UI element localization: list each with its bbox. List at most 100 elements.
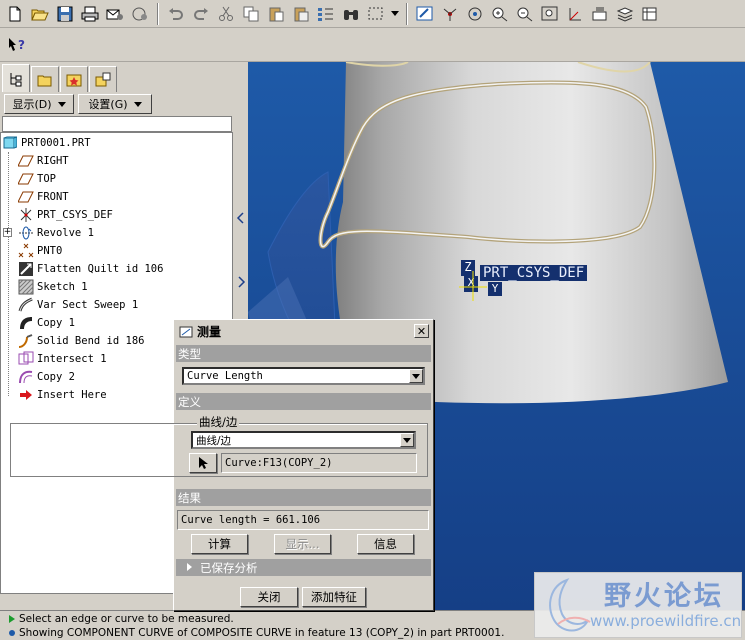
tree-item-label: PNT0 xyxy=(37,245,63,257)
settings-menu-label: 设置(G) xyxy=(88,98,128,111)
close-icon[interactable]: ✕ xyxy=(414,324,429,338)
copy-icon[interactable] xyxy=(240,3,262,25)
tree-item-label: Insert Here xyxy=(37,389,107,401)
insert-here-arrow-icon xyxy=(18,387,34,403)
tree-item-intersect[interactable]: Intersect 1 xyxy=(18,350,107,368)
datum-plane-icon xyxy=(18,189,34,205)
refit-icon[interactable] xyxy=(539,3,561,25)
tab-connections[interactable] xyxy=(89,66,117,92)
open-folder-icon[interactable] xyxy=(29,3,51,25)
saved-analysis-header[interactable]: 已保存分析 xyxy=(176,559,431,576)
status-line-2: Showing COMPONENT CURVE of COMPOSITE CUR… xyxy=(8,626,504,640)
tree-item-right[interactable]: RIGHT xyxy=(18,152,69,170)
connections-tab-icon xyxy=(95,72,111,86)
tab-folder-browser[interactable] xyxy=(31,66,59,92)
tree-item-part[interactable]: PRT0001.PRT xyxy=(2,134,91,152)
datum-plane-icon xyxy=(18,153,34,169)
new-file-icon[interactable] xyxy=(4,3,26,25)
show-menu-label: 显示(D) xyxy=(12,98,52,111)
expand-right-icon[interactable] xyxy=(236,276,246,288)
tree-item-sweep[interactable]: Var Sect Sweep 1 xyxy=(18,296,138,314)
orient-mode-icon[interactable] xyxy=(464,3,486,25)
curve-selection-value: Curve:F13(COPY_2) xyxy=(225,457,333,469)
curve-selection-field[interactable]: Curve:F13(COPY_2) xyxy=(221,453,417,473)
tree-connector-line xyxy=(8,152,9,396)
tree-item-solid-bend[interactable]: Solid Bend id 186 xyxy=(18,332,144,350)
repaint-icon[interactable] xyxy=(414,3,436,25)
save-icon[interactable] xyxy=(54,3,76,25)
info-button[interactable]: 信息 xyxy=(357,534,414,554)
tab-model-tree[interactable] xyxy=(2,64,30,92)
info-dot-icon xyxy=(9,630,15,636)
tree-item-label: Sketch 1 xyxy=(37,281,88,293)
watermark-title: 野火论坛 xyxy=(604,581,724,612)
type-section-header: 类型 xyxy=(176,345,431,362)
reorient-icon[interactable] xyxy=(564,3,586,25)
paste-icon[interactable] xyxy=(265,3,287,25)
tree-item-copy1[interactable]: Copy 1 xyxy=(18,314,75,332)
tree-item-label: Intersect 1 xyxy=(37,353,107,365)
sweep-icon xyxy=(18,297,34,313)
regenerate-icon[interactable] xyxy=(315,3,337,25)
copy-icon xyxy=(18,315,34,331)
dialog-titlebar[interactable]: 测量 ✕ xyxy=(176,322,431,341)
measure-type-select[interactable]: Curve Length xyxy=(182,367,425,385)
tree-filter-bar[interactable] xyxy=(2,116,232,132)
tree-item-front[interactable]: FRONT xyxy=(18,188,69,206)
tree-item-flatten-quilt[interactable]: Flatten Quilt id 106 xyxy=(18,260,163,278)
send-mail-icon[interactable] xyxy=(104,3,126,25)
tree-item-top[interactable]: TOP xyxy=(18,170,56,188)
tree-item-copy2[interactable]: Copy 2 xyxy=(18,368,75,386)
undo-icon[interactable] xyxy=(165,3,187,25)
tree-item-label: FRONT xyxy=(37,191,69,203)
view-manager-icon[interactable] xyxy=(639,3,661,25)
curve-edge-group-label: 曲线/边 xyxy=(197,414,240,430)
find-binoculars-icon[interactable] xyxy=(340,3,362,25)
folder-tab-icon xyxy=(37,75,52,86)
dialog-title: 测量 xyxy=(197,325,222,339)
print-icon[interactable] xyxy=(79,3,101,25)
chevron-down-icon[interactable] xyxy=(409,369,423,383)
cut-icon[interactable] xyxy=(215,3,237,25)
curve-edge-select[interactable]: 曲线/边 xyxy=(191,431,416,449)
redo-icon[interactable] xyxy=(190,3,212,25)
expand-toggle-icon[interactable]: + xyxy=(3,228,12,237)
collapse-left-icon[interactable] xyxy=(236,212,246,224)
selection-box-icon[interactable] xyxy=(365,3,387,25)
measure-type-value: Curve Length xyxy=(187,370,263,382)
selection-dropdown-icon[interactable] xyxy=(390,3,400,25)
send-link-icon[interactable] xyxy=(129,3,151,25)
add-feature-button[interactable]: 添加特征 xyxy=(302,587,366,607)
context-help-icon[interactable]: ? xyxy=(6,34,28,56)
paste-special-icon[interactable] xyxy=(290,3,312,25)
tab-favorites[interactable] xyxy=(60,66,88,92)
zoom-in-icon[interactable] xyxy=(489,3,511,25)
model-tree-tab-icon xyxy=(10,72,22,86)
tree-item-point[interactable]: PNT0 xyxy=(18,242,62,260)
svg-text:?: ? xyxy=(18,38,25,52)
csys-label: PRT_CSYS_DEF xyxy=(480,265,588,281)
show-menu-button[interactable]: 显示(D) xyxy=(4,94,74,114)
intersect-icon xyxy=(18,351,34,367)
zoom-out-icon[interactable] xyxy=(514,3,536,25)
tree-item-label: Copy 2 xyxy=(37,371,75,383)
watermark-url: www.proewildfire.cn xyxy=(590,612,742,630)
layers-icon[interactable] xyxy=(614,3,636,25)
tree-item-insert-here[interactable]: Insert Here xyxy=(18,386,107,404)
tree-item-csys[interactable]: PRT_CSYS_DEF xyxy=(18,206,113,224)
chevron-down-icon[interactable] xyxy=(400,433,414,447)
result-value: Curve length = 661.106 xyxy=(181,514,321,526)
select-curve-button[interactable] xyxy=(189,453,217,473)
tree-item-label: RIGHT xyxy=(37,155,69,167)
tree-item-revolve[interactable]: Revolve 1 xyxy=(18,224,94,242)
tree-item-label: PRT0001.PRT xyxy=(21,137,91,149)
settings-menu-button[interactable]: 设置(G) xyxy=(78,94,152,114)
revolve-icon xyxy=(18,225,34,241)
result-field: Curve length = 661.106 xyxy=(177,510,429,530)
display-button[interactable]: 显示... xyxy=(274,534,331,554)
saved-views-icon[interactable] xyxy=(589,3,611,25)
close-button[interactable]: 关闭 xyxy=(240,587,298,607)
compute-button[interactable]: 计算 xyxy=(191,534,248,554)
spin-center-icon[interactable] xyxy=(439,3,461,25)
tree-item-sketch[interactable]: Sketch 1 xyxy=(18,278,88,296)
